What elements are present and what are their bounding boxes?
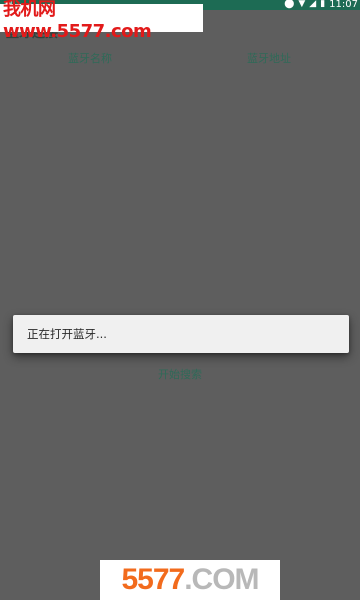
start-search-button[interactable]: 开始搜索 — [0, 366, 360, 382]
signal-icon: ◢ — [309, 0, 317, 9]
column-headers: 蓝牙名称 蓝牙地址 — [0, 48, 360, 66]
dialog-message: 正在打开蓝牙... — [27, 327, 107, 341]
battery-icon: ▮ — [320, 0, 326, 9]
watermark-number: 5577 — [121, 563, 185, 596]
location-icon: ⬤ — [284, 0, 295, 9]
column-header-address: 蓝牙地址 — [247, 52, 291, 65]
watermark-top: 我机网 www.5577.com — [0, 0, 203, 42]
wifi-icon: ▼ — [298, 0, 306, 9]
watermark-bottom: 5577 .COM — [100, 560, 280, 600]
progress-dialog: 正在打开蓝牙... — [13, 315, 349, 353]
status-icons: ⬤ ▼ ◢ ▮ 11:07 — [284, 0, 358, 10]
column-header-name: 蓝牙名称 — [68, 52, 112, 65]
status-time: 11:07 — [329, 0, 358, 10]
watermark-suffix: .COM — [184, 563, 259, 596]
